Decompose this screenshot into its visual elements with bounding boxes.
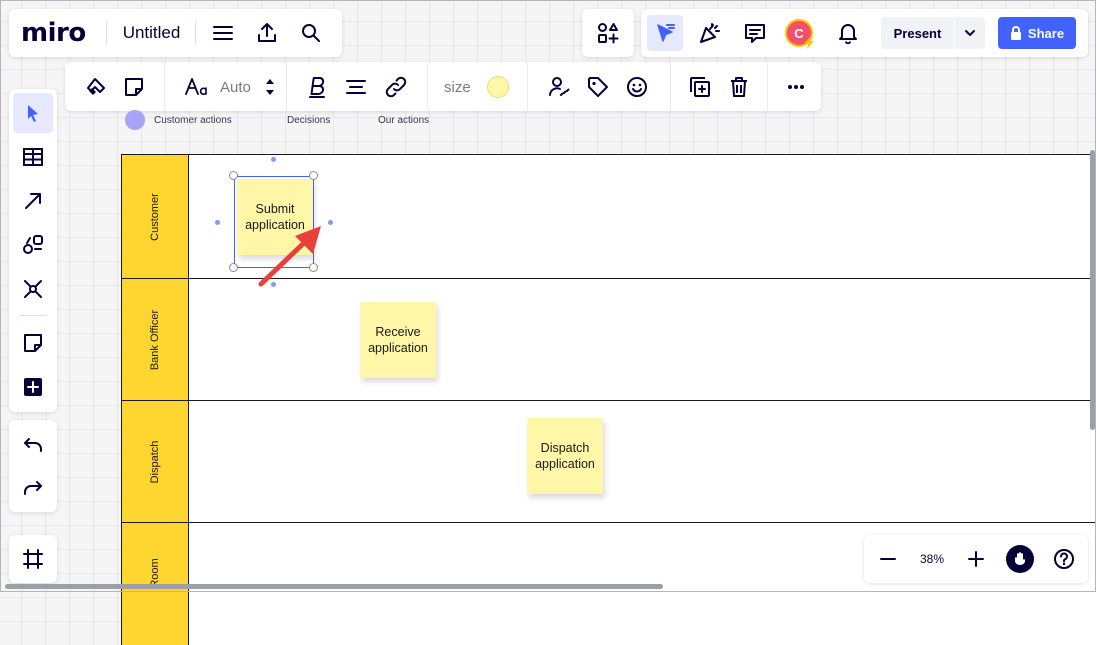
hand-icon[interactable] [1002,541,1038,577]
emoji-icon[interactable] [620,70,654,104]
color-swatch[interactable] [483,70,513,104]
creation-toolbar [9,89,57,412]
lock-icon [1010,26,1021,40]
link-icon[interactable] [379,70,413,104]
add-icon[interactable] [13,367,53,407]
swimlane-header-bank-officer[interactable]: Bank Officer [121,278,189,401]
legend-customer-actions[interactable]: Customer actions [154,115,232,126]
zoom-out-icon[interactable] [870,541,906,577]
swimlane-header-dispatch[interactable]: Dispatch [121,400,189,523]
assign-icon[interactable] [542,70,576,104]
search-icon[interactable] [289,11,333,55]
history-toolbar [9,420,57,512]
sticky-note-text: Dispatch application [535,441,595,471]
swimlane-label: Dispatch [149,440,161,483]
shapes-icon[interactable] [13,225,53,265]
cursor-filter-icon[interactable] [647,15,683,51]
font-icon[interactable] [180,70,214,104]
menu-icon[interactable] [201,11,245,55]
board-title[interactable]: Untitled [107,23,196,43]
divider [19,315,47,316]
arrow-icon[interactable] [13,181,53,221]
frames-panel [9,535,57,583]
mindmap-icon[interactable] [13,269,53,309]
sticky-shape-icon[interactable] [117,70,151,104]
collaboration-toolbar: C Present Share [641,9,1088,57]
avatar[interactable]: C [781,15,817,51]
swimlane-header-customer[interactable]: Customer [121,154,189,279]
legend-decisions[interactable]: Decisions [287,115,330,126]
legend-dot-customer-actions [125,110,145,130]
jira-icon[interactable] [79,70,113,104]
connection-point-left[interactable] [215,220,220,225]
divider [195,21,197,45]
sticky-context-toolbar: Auto size [65,62,821,111]
share-label: Share [1027,25,1065,41]
font-size-value[interactable]: Auto [220,79,251,96]
connection-point-top[interactable] [271,157,276,162]
align-icon[interactable] [339,70,373,104]
table-icon[interactable] [13,137,53,177]
notifications-icon[interactable] [830,15,866,51]
chevron-down-icon[interactable] [955,17,985,49]
board-header: miro Untitled [9,9,342,57]
present-button[interactable]: Present [881,17,985,49]
bold-icon[interactable] [300,70,334,104]
resize-handle-top-right[interactable] [309,171,318,180]
divider [164,62,165,111]
horizontal-scrollbar[interactable] [5,584,663,589]
size-label[interactable]: size [444,79,471,96]
vertical-scrollbar[interactable] [1090,150,1095,430]
tag-icon[interactable] [581,70,615,104]
swimlane-label: Customer [149,192,161,241]
annotation-arrow-icon [258,226,321,287]
export-icon[interactable] [245,11,289,55]
miro-logo[interactable]: miro [21,18,86,48]
divider [286,62,287,111]
divider [767,62,768,111]
delete-icon[interactable] [722,70,756,104]
undo-icon[interactable] [13,425,53,465]
help-icon[interactable] [1046,541,1082,577]
duplicate-icon[interactable] [683,70,717,104]
frames-icon[interactable] [13,539,53,579]
share-button[interactable]: Share [998,17,1076,49]
resize-handle-bottom-left[interactable] [229,263,238,272]
sticky-note-icon[interactable] [13,323,53,363]
divider [670,62,671,111]
sticky-note-receive-application[interactable]: Receive application [360,302,436,378]
apps-icon[interactable] [590,15,626,51]
lightning-badge-icon [804,37,814,49]
zoom-value[interactable]: 38% [910,535,954,583]
divider [427,62,428,111]
swimlane-row-dispatch[interactable] [189,400,1096,523]
swimlane-label: Bank Officer [149,309,161,370]
more-icon[interactable] [779,70,813,104]
resize-handle-top-left[interactable] [229,171,238,180]
sticky-note-dispatch-application[interactable]: Dispatch application [527,418,603,494]
sticky-note-text: Receive application [368,325,428,355]
present-label[interactable]: Present [881,17,955,49]
swimlane-row-bank-officer[interactable] [189,278,1096,401]
select-icon[interactable] [13,93,53,133]
zoom-in-icon[interactable] [958,541,994,577]
comments-icon[interactable] [737,15,773,51]
celebrate-icon[interactable] [692,15,728,51]
redo-icon[interactable] [13,468,53,508]
zoom-controls: 38% [864,535,1088,583]
divider [527,62,528,111]
stepper-icon[interactable] [259,70,281,104]
legend-our-actions[interactable]: Our actions [378,115,429,126]
apps-panel [582,9,634,57]
